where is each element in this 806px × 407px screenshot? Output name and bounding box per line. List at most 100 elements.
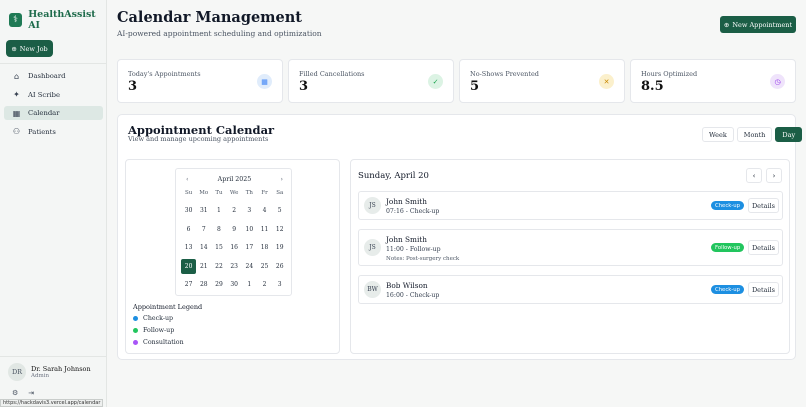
calendar-day[interactable]: 2 [227,203,242,218]
sidebar-bottom-actions: ⚙ ⇥ [12,389,34,397]
calendar-day[interactable]: 10 [242,222,257,237]
calendar-day[interactable]: 18 [257,240,272,255]
view-week-button[interactable]: Week [702,127,734,142]
home-icon: ⌂ [13,71,20,81]
calendar-day[interactable]: 13 [181,240,196,255]
app-logo-icon: ⚕ [9,13,23,27]
appointment-card[interactable]: JS John Smith 07:16 - Check-up Check-up Deta… [358,191,783,220]
sidebar-item-label: Patients [28,127,56,136]
calendar-day[interactable]: 26 [272,259,287,274]
user-check-icon: ✓ [428,74,443,89]
page-subtitle: AI-powered appointment scheduling and op… [117,29,322,38]
calendar-week-row: 27 28 29 30 1 2 3 [181,277,287,292]
calendar-day[interactable]: 24 [242,259,257,274]
calendar-day[interactable]: 12 [272,222,287,237]
stats-row: Today's Appointments 3 ▦ Filled Cancellatio… [117,59,796,103]
legend-dot [133,316,138,321]
calendar-day[interactable]: 19 [272,240,287,255]
new-appointment-button[interactable]: ⊕ New Appointment [720,16,796,33]
calendar-day[interactable]: 23 [227,259,242,274]
patient-name: John Smith [386,197,427,206]
chevron-right-icon: › [772,171,776,180]
view-day-button[interactable]: Day [775,127,803,142]
logout-icon[interactable]: ⇥ [28,389,34,397]
calendar-day[interactable]: 1 [242,277,257,292]
next-day-button[interactable]: › [766,168,782,183]
calendar-day[interactable]: 6 [181,222,196,237]
calendar-day[interactable]: 27 [181,277,196,292]
appointment-card[interactable]: BW Bob Wilson 16:00 - Check-up Check-up Deta… [358,275,783,304]
calendar-day[interactable]: 8 [211,222,226,237]
weekday-label: Th [245,190,253,196]
brand[interactable]: ⚕ HealthAssist AI [9,9,106,31]
gear-icon[interactable]: ⚙ [12,389,18,397]
month-label: April 2025 [217,176,252,183]
calendar-day[interactable]: 31 [196,203,211,218]
sidebar-item-patients[interactable]: ⚇ Patients [4,125,103,139]
sidebar-item-dashboard[interactable]: ⌂ Dashboard [4,69,103,83]
appointment-notes: Notes: Post-surgery check [386,256,460,262]
calendar-day[interactable]: 3 [242,203,257,218]
new-appointment-label: New Appointment [732,20,793,29]
sidebar-item-ai-scribe[interactable]: ✦ AI Scribe [4,88,103,102]
chevron-right-icon[interactable]: › [280,176,283,183]
calendar-day[interactable]: 2 [257,277,272,292]
appointment-type-badge: Check-up [711,201,744,210]
appointment-card[interactable]: JS John Smith 11:00 - Follow-up Notes: Post… [358,229,783,266]
calendar-day[interactable]: 29 [211,277,226,292]
details-button[interactable]: Details [748,240,779,255]
status-bar-url: https://hackdavis3.vercel.app/calendar [0,399,104,407]
calendar-day[interactable]: 14 [196,240,211,255]
sidebar-item-calendar[interactable]: ▦ Calendar [4,106,103,120]
calendar-day[interactable]: 4 [257,203,272,218]
weekday-label: Mo [199,190,209,196]
calendar-day[interactable]: 30 [181,203,196,218]
clock-icon: ◷ [770,74,785,89]
calendar-day[interactable]: 22 [211,259,226,274]
user-name: Dr. Sarah Johnson [31,365,91,373]
details-button[interactable]: Details [748,282,779,297]
patient-name: John Smith [386,235,427,244]
calendar-day[interactable]: 21 [196,259,211,274]
legend-dot [133,340,138,345]
month-card: ‹ April 2025 › Su Mo Tu We Th Fr Sa 30 31 1 2 3 4 5 6 7… [125,159,340,354]
sidebar-nav: ⌂ Dashboard ✦ AI Scribe ▦ Calendar ⚇ Patients [4,69,103,143]
calendar-day[interactable]: 5 [272,203,287,218]
stat-label: Today's Appointments [128,70,201,78]
new-job-button[interactable]: ⊕ New Job [6,40,53,57]
prev-day-button[interactable]: ‹ [746,168,762,183]
calendar-day[interactable]: 1 [211,203,226,218]
calendar-day-selected[interactable]: 20 [181,258,197,274]
calendar-panel: Appointment Calendar View and manage upc… [117,114,803,360]
view-month-button[interactable]: Month [736,127,773,142]
appointment-type-badge: Follow-up [711,243,745,252]
calendar-day[interactable]: 25 [257,259,272,274]
user-x-icon: ✕ [599,74,614,89]
chevron-left-icon: ‹ [752,171,756,180]
calendar-day[interactable]: 28 [196,277,211,292]
calendar-day[interactable]: 30 [227,277,242,292]
view-toggle: Week Month Day [702,127,803,142]
user-profile[interactable]: DR Dr. Sarah Johnson Admin [8,363,91,381]
stat-card: No-Shows Prevented 5 ✕ [459,59,625,103]
avatar: DR [8,363,26,381]
avatar: JS [364,197,381,214]
stat-value: 8.5 [641,79,664,94]
calendar-day[interactable]: 11 [257,222,272,237]
weekday-label: Su [184,190,193,196]
sidebar-divider [0,63,107,64]
chevron-left-icon[interactable]: ‹ [186,176,189,183]
calendar-day[interactable]: 3 [272,277,287,292]
calendar-day[interactable]: 15 [211,240,226,255]
stat-value: 3 [299,79,309,94]
calendar-day[interactable]: 16 [227,240,242,255]
user-role: Admin [31,373,50,379]
calendar-day[interactable]: 7 [196,222,211,237]
details-button[interactable]: Details [748,198,779,213]
day-card: Sunday, April 20 ‹ › JS John Smith 07:16 -… [350,159,790,354]
calendar-day[interactable]: 9 [227,222,242,237]
weekday-label: Tu [215,190,223,196]
calendar-day[interactable]: 17 [242,240,257,255]
legend-title: Appointment Legend [133,303,203,311]
sidebar-item-label: AI Scribe [28,90,61,99]
